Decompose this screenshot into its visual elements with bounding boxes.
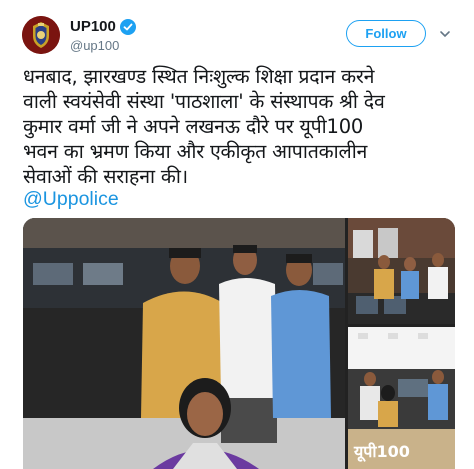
name-row: UP100: [70, 18, 136, 35]
tweet-header: UP100 @up100 Follow: [0, 0, 474, 62]
tweet-text-line: धनबाद, झारखण्ड स्थित निःशुल्क शिक्षा प्र…: [23, 65, 375, 88]
main-photo[interactable]: [23, 218, 345, 469]
user-handle[interactable]: @up100: [70, 38, 119, 53]
tweet-text-line: वाली स्वयंसेवी संस्था 'पाठशाला' के संस्थ…: [23, 90, 385, 113]
tweet-text-line: सेवाओं की सराहना की।: [23, 165, 188, 188]
bottom-sign-text: यूपी100: [353, 442, 410, 462]
mention-link[interactable]: @Uppolice: [23, 188, 119, 211]
top-right-photo[interactable]: [348, 218, 455, 324]
display-name[interactable]: UP100: [70, 18, 116, 35]
media-grid: यूपी100: [23, 218, 455, 469]
tweet-text-line: भवन का भ्रमण किया और एकीकृत आपातकालीन: [23, 140, 368, 163]
verified-badge-icon: [119, 18, 136, 35]
tweet-text-line: कुमार वर्मा जी ने अपने लखनऊ दौरे पर यूपी…: [23, 115, 364, 138]
bottom-right-photo[interactable]: यूपी100: [348, 327, 455, 469]
chevron-down-icon[interactable]: [438, 26, 452, 40]
tweet-text: धनबाद, झारखण्ड स्थित निःशुल्क शिक्षा प्र…: [23, 64, 453, 189]
police-emblem-icon[interactable]: [22, 16, 60, 54]
follow-button[interactable]: Follow: [346, 20, 426, 47]
